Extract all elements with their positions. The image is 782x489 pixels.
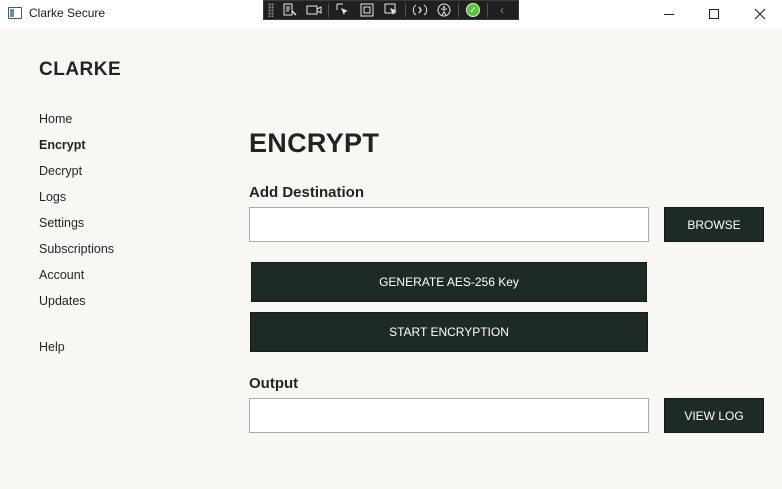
app-icon	[8, 7, 22, 19]
page-title: ENCRYPT	[249, 128, 380, 158]
maximize-icon	[709, 9, 719, 19]
destination-label: Add Destination	[249, 184, 364, 201]
sidebar-item-logs[interactable]: Logs	[39, 190, 66, 204]
sidebar-item-account[interactable]: Account	[39, 268, 84, 282]
start-encryption-button[interactable]: START ENCRYPTION	[250, 312, 648, 352]
browse-button[interactable]: BROWSE	[664, 207, 764, 242]
maximize-button[interactable]	[691, 0, 737, 28]
close-button[interactable]	[737, 0, 782, 28]
output-field[interactable]	[249, 398, 649, 433]
toolbar-grip[interactable]	[268, 3, 274, 17]
brand-logo: CLARKE	[39, 59, 122, 80]
live-visual-tree-icon[interactable]	[280, 2, 300, 18]
generate-key-button[interactable]: GENERATE AES-256 Key	[251, 262, 647, 302]
sidebar-item-settings[interactable]: Settings	[39, 216, 84, 230]
display-layout-adorners-icon[interactable]	[357, 2, 377, 18]
sidebar-item-decrypt[interactable]: Decrypt	[39, 164, 82, 178]
sidebar-item-home[interactable]: Home	[39, 112, 72, 126]
toolbar-separator	[405, 3, 406, 17]
output-label: Output	[249, 375, 299, 392]
collapse-chevron-icon[interactable]: ‹	[492, 2, 512, 18]
close-icon	[754, 8, 766, 20]
track-focus-icon[interactable]	[381, 2, 401, 18]
sidebar-item-encrypt[interactable]: Encrypt	[39, 138, 86, 152]
view-log-button[interactable]: VIEW LOG	[664, 398, 764, 433]
window-title: Clarke Secure	[29, 6, 106, 20]
hot-reload-icon[interactable]	[410, 2, 430, 18]
toolbar-separator	[328, 3, 329, 17]
destination-input[interactable]	[249, 207, 649, 242]
sidebar-item-subscriptions[interactable]: Subscriptions	[39, 242, 114, 256]
toolbar-separator	[458, 3, 459, 17]
devtools-toolbar: ✓ ‹	[263, 0, 519, 20]
select-element-icon[interactable]	[333, 2, 353, 18]
binding-ok-icon[interactable]: ✓	[463, 2, 483, 18]
record-icon[interactable]	[304, 2, 324, 18]
minimize-icon	[664, 13, 674, 15]
toolbar-separator	[487, 3, 488, 17]
accessibility-icon[interactable]	[434, 2, 454, 18]
sidebar-item-help[interactable]: Help	[39, 340, 65, 354]
sidebar-item-updates[interactable]: Updates	[39, 294, 86, 308]
minimize-button[interactable]	[646, 0, 692, 28]
